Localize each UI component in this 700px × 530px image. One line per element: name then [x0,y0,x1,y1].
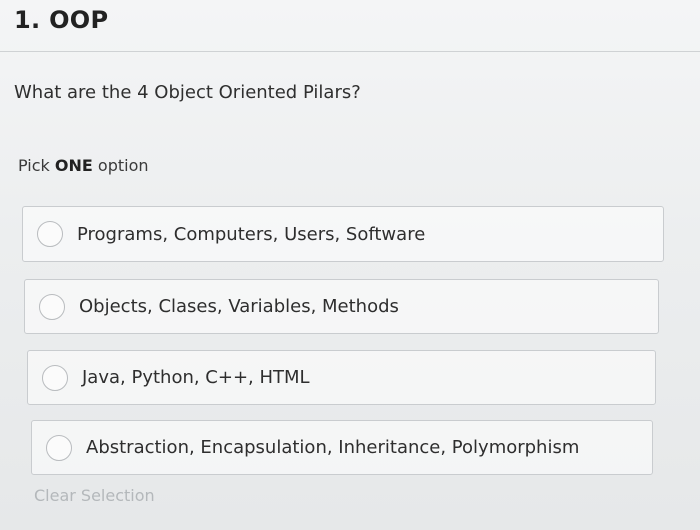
answer-option-label: Programs, Computers, Users, Software [77,223,426,245]
instruction-text: Pick ONE option [18,156,149,175]
answer-option-label: Abstraction, Encapsulation, Inheritance,… [86,437,580,458]
clear-selection-link[interactable]: Clear Selection [34,486,155,505]
header-divider [0,51,700,52]
instruction-emphasis: ONE [54,156,93,175]
radio-button-icon[interactable] [42,364,68,391]
answer-option-2[interactable]: Objects, Clases, Variables, Methods [24,279,659,334]
answer-option-3[interactable]: Java, Python, C++, HTML [27,350,656,405]
question-text: What are the 4 Object Oriented Pilars? [14,82,361,103]
question-title: 1. OOP [14,6,109,34]
radio-button-icon[interactable] [39,293,65,320]
answer-option-label: Objects, Clases, Variables, Methods [79,296,399,317]
radio-button-icon[interactable] [37,221,63,247]
instruction-suffix: option [92,156,149,175]
answer-option-1[interactable]: Programs, Computers, Users, Software [22,206,664,262]
answer-option-4[interactable]: Abstraction, Encapsulation, Inheritance,… [31,420,653,475]
instruction-prefix: Pick [18,156,55,175]
answer-option-label: Java, Python, C++, HTML [82,367,310,388]
radio-button-icon[interactable] [46,434,72,461]
